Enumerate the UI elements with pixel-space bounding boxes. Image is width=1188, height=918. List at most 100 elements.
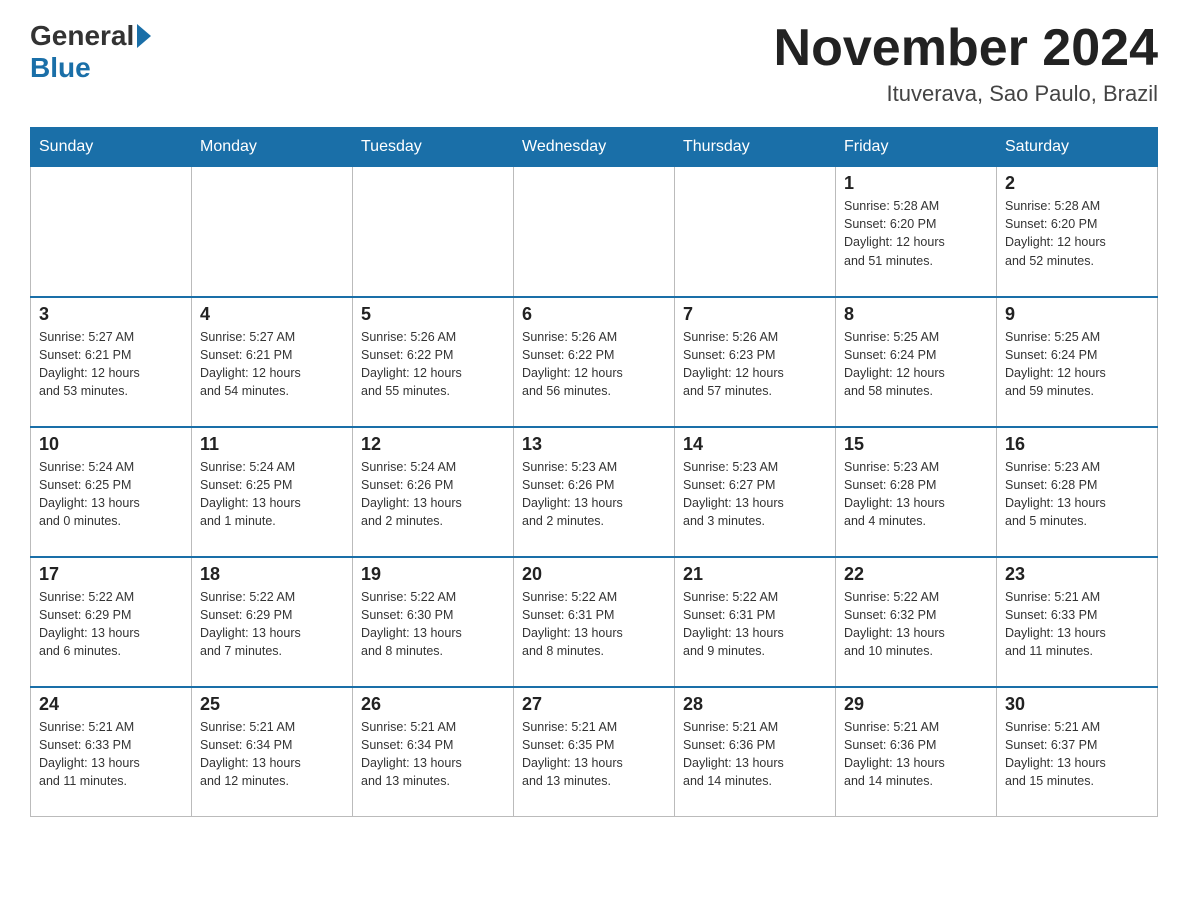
day-number: 2 [1005,173,1149,194]
calendar-day-cell: 10 Sunrise: 5:24 AMSunset: 6:25 PMDayligh… [31,427,192,557]
header-row: SundayMondayTuesdayWednesdayThursdayFrid… [31,128,1158,167]
calendar-day-cell [31,167,192,297]
day-number: 27 [522,694,666,715]
day-number: 18 [200,564,344,585]
day-info: Sunrise: 5:21 AMSunset: 6:33 PMDaylight:… [1005,588,1149,661]
day-number: 21 [683,564,827,585]
calendar-day-cell: 12 Sunrise: 5:24 AMSunset: 6:26 PMDayligh… [353,427,514,557]
calendar-day-cell: 18 Sunrise: 5:22 AMSunset: 6:29 PMDayligh… [192,557,353,687]
day-number: 17 [39,564,183,585]
day-number: 3 [39,304,183,325]
day-number: 8 [844,304,988,325]
calendar-week-row: 1Sunrise: 5:28 AMSunset: 6:20 PMDaylight… [31,167,1158,297]
day-info: Sunrise: 5:24 AMSunset: 6:26 PMDaylight:… [361,458,505,531]
calendar-day-cell: 3 Sunrise: 5:27 AMSunset: 6:21 PMDaylight… [31,297,192,427]
day-info: Sunrise: 5:21 AMSunset: 6:34 PMDaylight:… [361,718,505,791]
day-number: 10 [39,434,183,455]
day-number: 29 [844,694,988,715]
calendar-day-cell: 25 Sunrise: 5:21 AMSunset: 6:34 PMDayligh… [192,687,353,817]
day-number: 22 [844,564,988,585]
logo-blue-text: Blue [30,52,91,83]
day-info: Sunrise: 5:28 AMSunset: 6:20 PMDaylight:… [844,197,988,270]
calendar-day-cell: 19 Sunrise: 5:22 AMSunset: 6:30 PMDayligh… [353,557,514,687]
calendar-week-row: 24 Sunrise: 5:21 AMSunset: 6:33 PMDayligh… [31,687,1158,817]
calendar-day-cell [192,167,353,297]
calendar-day-cell: 27 Sunrise: 5:21 AMSunset: 6:35 PMDayligh… [514,687,675,817]
calendar-body: 1Sunrise: 5:28 AMSunset: 6:20 PMDaylight… [31,167,1158,817]
day-number: 28 [683,694,827,715]
calendar-table: SundayMondayTuesdayWednesdayThursdayFrid… [30,127,1158,817]
day-info: Sunrise: 5:28 AMSunset: 6:20 PMDaylight:… [1005,197,1149,270]
calendar-day-cell: 4 Sunrise: 5:27 AMSunset: 6:21 PMDaylight… [192,297,353,427]
day-of-week-header: Friday [836,128,997,167]
day-number: 24 [39,694,183,715]
calendar-day-cell: 7 Sunrise: 5:26 AMSunset: 6:23 PMDaylight… [675,297,836,427]
day-of-week-header: Monday [192,128,353,167]
day-info: Sunrise: 5:22 AMSunset: 6:29 PMDaylight:… [200,588,344,661]
calendar-day-cell [675,167,836,297]
calendar-day-cell: 17 Sunrise: 5:22 AMSunset: 6:29 PMDayligh… [31,557,192,687]
day-of-week-header: Sunday [31,128,192,167]
day-info: Sunrise: 5:21 AMSunset: 6:36 PMDaylight:… [683,718,827,791]
day-number: 23 [1005,564,1149,585]
day-number: 16 [1005,434,1149,455]
day-info: Sunrise: 5:26 AMSunset: 6:22 PMDaylight:… [522,328,666,401]
day-info: Sunrise: 5:22 AMSunset: 6:32 PMDaylight:… [844,588,988,661]
calendar-day-cell: 22 Sunrise: 5:22 AMSunset: 6:32 PMDayligh… [836,557,997,687]
day-number: 13 [522,434,666,455]
day-info: Sunrise: 5:22 AMSunset: 6:30 PMDaylight:… [361,588,505,661]
day-info: Sunrise: 5:25 AMSunset: 6:24 PMDaylight:… [844,328,988,401]
logo-arrow-icon [137,24,151,48]
day-info: Sunrise: 5:27 AMSunset: 6:21 PMDaylight:… [200,328,344,401]
month-title: November 2024 [774,20,1158,77]
day-of-week-header: Saturday [997,128,1158,167]
calendar-week-row: 17 Sunrise: 5:22 AMSunset: 6:29 PMDayligh… [31,557,1158,687]
day-number: 7 [683,304,827,325]
calendar-header: SundayMondayTuesdayWednesdayThursdayFrid… [31,128,1158,167]
calendar-day-cell: 26Sunrise: 5:21 AMSunset: 6:34 PMDayligh… [353,687,514,817]
calendar-day-cell: 2 Sunrise: 5:28 AMSunset: 6:20 PMDaylight… [997,167,1158,297]
title-section: November 2024 Ituverava, Sao Paulo, Braz… [774,20,1158,107]
calendar-day-cell: 16 Sunrise: 5:23 AMSunset: 6:28 PMDayligh… [997,427,1158,557]
day-info: Sunrise: 5:21 AMSunset: 6:36 PMDaylight:… [844,718,988,791]
day-number: 6 [522,304,666,325]
day-info: Sunrise: 5:22 AMSunset: 6:31 PMDaylight:… [522,588,666,661]
calendar-day-cell: 29 Sunrise: 5:21 AMSunset: 6:36 PMDayligh… [836,687,997,817]
day-info: Sunrise: 5:22 AMSunset: 6:31 PMDaylight:… [683,588,827,661]
calendar-day-cell: 15Sunrise: 5:23 AMSunset: 6:28 PMDayligh… [836,427,997,557]
day-number: 11 [200,434,344,455]
day-info: Sunrise: 5:22 AMSunset: 6:29 PMDaylight:… [39,588,183,661]
day-info: Sunrise: 5:26 AMSunset: 6:23 PMDaylight:… [683,328,827,401]
day-info: Sunrise: 5:21 AMSunset: 6:35 PMDaylight:… [522,718,666,791]
day-info: Sunrise: 5:23 AMSunset: 6:26 PMDaylight:… [522,458,666,531]
calendar-day-cell: 24 Sunrise: 5:21 AMSunset: 6:33 PMDayligh… [31,687,192,817]
day-number: 9 [1005,304,1149,325]
day-number: 15 [844,434,988,455]
calendar-day-cell: 23 Sunrise: 5:21 AMSunset: 6:33 PMDayligh… [997,557,1158,687]
calendar-day-cell: 5Sunrise: 5:26 AMSunset: 6:22 PMDaylight… [353,297,514,427]
calendar-day-cell [353,167,514,297]
day-info: Sunrise: 5:27 AMSunset: 6:21 PMDaylight:… [39,328,183,401]
day-of-week-header: Wednesday [514,128,675,167]
calendar-day-cell: 13 Sunrise: 5:23 AMSunset: 6:26 PMDayligh… [514,427,675,557]
calendar-day-cell: 6 Sunrise: 5:26 AMSunset: 6:22 PMDaylight… [514,297,675,427]
day-info: Sunrise: 5:21 AMSunset: 6:34 PMDaylight:… [200,718,344,791]
logo: General Blue [30,20,154,84]
calendar-day-cell: 1Sunrise: 5:28 AMSunset: 6:20 PMDaylight… [836,167,997,297]
calendar-day-cell [514,167,675,297]
page-header: General Blue November 2024 Ituverava, Sa… [30,20,1158,107]
day-info: Sunrise: 5:23 AMSunset: 6:28 PMDaylight:… [1005,458,1149,531]
day-number: 19 [361,564,505,585]
calendar-day-cell: 30 Sunrise: 5:21 AMSunset: 6:37 PMDayligh… [997,687,1158,817]
day-info: Sunrise: 5:21 AMSunset: 6:37 PMDaylight:… [1005,718,1149,791]
day-number: 30 [1005,694,1149,715]
day-info: Sunrise: 5:21 AMSunset: 6:33 PMDaylight:… [39,718,183,791]
day-info: Sunrise: 5:24 AMSunset: 6:25 PMDaylight:… [39,458,183,531]
calendar-day-cell: 8 Sunrise: 5:25 AMSunset: 6:24 PMDaylight… [836,297,997,427]
day-info: Sunrise: 5:25 AMSunset: 6:24 PMDaylight:… [1005,328,1149,401]
calendar-day-cell: 28 Sunrise: 5:21 AMSunset: 6:36 PMDayligh… [675,687,836,817]
day-info: Sunrise: 5:26 AMSunset: 6:22 PMDaylight:… [361,328,505,401]
day-number: 12 [361,434,505,455]
day-number: 4 [200,304,344,325]
day-number: 25 [200,694,344,715]
